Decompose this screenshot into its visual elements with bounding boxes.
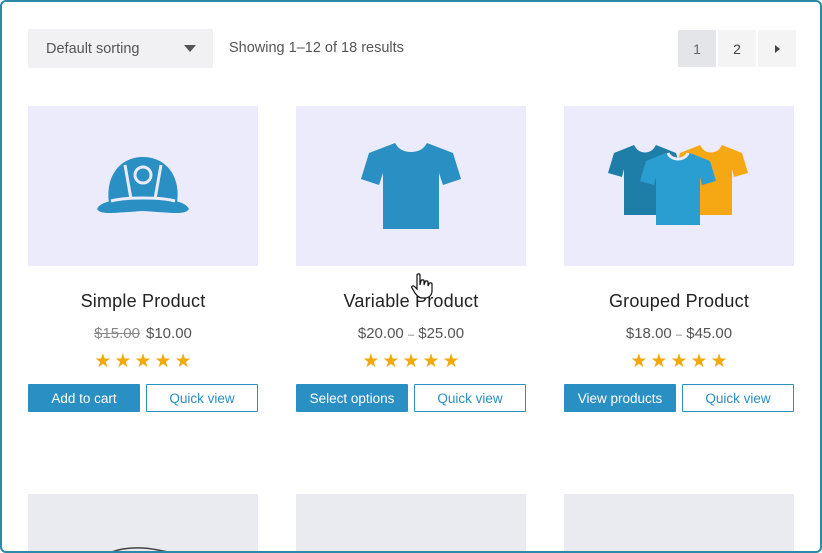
tshirt-icon	[361, 142, 461, 229]
product-price: $20.00 – $25.00	[296, 325, 526, 342]
price-high: $25.00	[418, 325, 465, 342]
product-image[interactable]	[28, 494, 258, 551]
star-rating: ★ ★ ★ ★ ★	[28, 352, 258, 371]
hoodie-icon	[112, 547, 167, 551]
product-image[interactable]	[28, 106, 258, 266]
price-low: $20.00	[357, 325, 404, 342]
star-icon: ★	[382, 351, 400, 372]
product-price: $15.00 $10.00	[28, 325, 258, 342]
star-icon: ★	[650, 351, 668, 372]
star-icon: ★	[670, 351, 688, 372]
star-icon: ★	[94, 351, 112, 372]
price-separator: –	[407, 329, 415, 341]
product-image[interactable]	[296, 494, 526, 551]
star-icon: ★	[402, 351, 420, 372]
star-icon: ★	[134, 351, 152, 372]
star-icon: ★	[630, 351, 648, 372]
product-card: Variable Product $20.00 – $25.00 ★ ★ ★ ★…	[296, 106, 526, 412]
chevron-down-icon	[184, 45, 196, 52]
shop-toolbar: Default sorting Showing 1–12 of 18 resul…	[28, 29, 796, 69]
star-icon: ★	[690, 351, 708, 372]
app-frame: Default sorting Showing 1–12 of 18 resul…	[0, 0, 822, 553]
sale-price: $10.00	[146, 325, 192, 342]
quick-view-button[interactable]: Quick view	[146, 384, 258, 412]
chevron-right-icon	[774, 44, 780, 53]
cap-icon	[97, 157, 189, 213]
hand-cursor-icon	[411, 273, 433, 299]
sort-dropdown[interactable]: Default sorting	[28, 29, 213, 68]
next-page-button[interactable]	[758, 30, 796, 67]
product-title[interactable]: Grouped Product	[564, 291, 794, 312]
product-card: Grouped Product $18.00 – $45.00 ★ ★ ★ ★ …	[564, 106, 794, 412]
quick-view-button[interactable]: Quick view	[682, 384, 794, 412]
star-rating: ★ ★ ★ ★ ★	[564, 352, 794, 371]
regular-price: $15.00	[94, 325, 140, 342]
product-actions: View products Quick view	[564, 384, 794, 412]
product-title[interactable]: Simple Product	[28, 291, 258, 312]
select-options-button[interactable]: Select options	[296, 384, 408, 412]
quick-view-button[interactable]: Quick view	[414, 384, 526, 412]
page-1-button[interactable]: 1	[678, 30, 716, 67]
product-actions: Add to cart Quick view	[28, 384, 258, 412]
product-card: Simple Product $15.00 $10.00 ★ ★ ★ ★ ★ Ad…	[28, 106, 258, 412]
price-high: $45.00	[686, 325, 733, 342]
star-icon: ★	[442, 351, 460, 372]
star-icon: ★	[422, 351, 440, 372]
product-image[interactable]	[296, 106, 526, 266]
sort-dropdown-label: Default sorting	[46, 40, 140, 57]
view-products-button[interactable]: View products	[564, 384, 676, 412]
star-icon: ★	[710, 351, 728, 372]
product-price: $18.00 – $45.00	[564, 325, 794, 342]
price-low: $18.00	[625, 325, 672, 342]
star-icon: ★	[154, 351, 172, 372]
product-image[interactable]	[564, 494, 794, 551]
tshirts-group-icon	[608, 144, 748, 225]
add-to-cart-button[interactable]: Add to cart	[28, 384, 140, 412]
star-icon: ★	[174, 351, 192, 372]
price-separator: –	[675, 329, 683, 341]
pagination: 1 2	[676, 30, 796, 67]
product-actions: Select options Quick view	[296, 384, 526, 412]
page-2-button[interactable]: 2	[718, 30, 756, 67]
result-count: Showing 1–12 of 18 results	[229, 40, 404, 56]
star-icon: ★	[362, 351, 380, 372]
product-image[interactable]	[564, 106, 794, 266]
star-rating: ★ ★ ★ ★ ★	[296, 352, 526, 371]
star-icon: ★	[114, 351, 132, 372]
